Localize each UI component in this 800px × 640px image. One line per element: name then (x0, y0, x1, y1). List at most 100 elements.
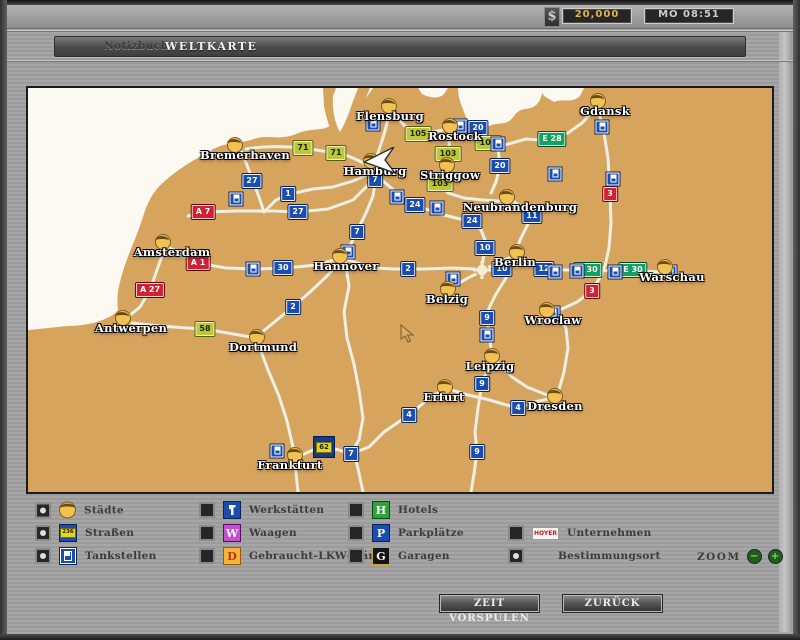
fuel-station-icon (492, 138, 505, 151)
fuel-station-icon (549, 168, 562, 181)
zoom-control: ZOOM − + (697, 549, 783, 564)
road-icon: 236 (59, 524, 77, 542)
city-label-dresden[interactable]: Dresden (527, 399, 583, 413)
city-icon (59, 502, 76, 519)
fuel-station-icon (247, 263, 260, 276)
road-sign-24: 24 (462, 214, 481, 228)
fuel-station-icon (571, 265, 584, 278)
city-label-warschau[interactable]: Warschau (639, 270, 704, 284)
legend-item-hotel: H Hotels (348, 501, 438, 519)
fuel-icon (59, 547, 77, 565)
road-sign-4: 4 (402, 408, 416, 422)
legend-label-company: Unternehmen (567, 527, 652, 539)
window-edge-right (793, 0, 800, 640)
city-label-erfurt[interactable]: Erfurt (423, 390, 464, 404)
city-label-flensburg[interactable]: Flensburg (356, 109, 424, 123)
road-sign-2: 2 (286, 300, 300, 314)
legend-checkbox-garage[interactable] (348, 548, 364, 564)
city-label-antwerpen[interactable]: Antwerpen (95, 321, 167, 335)
road-sign-71: 71 (293, 141, 312, 155)
notebook-label: Notizbuch: (104, 40, 173, 52)
zoom-in-button[interactable]: + (768, 549, 783, 564)
legend-checkbox-road[interactable] (35, 525, 51, 541)
map-markers: 2712772424112020723021010129994477171105… (28, 88, 772, 492)
road-sign-71: 71 (326, 146, 345, 160)
money-display: 20,000 (562, 8, 632, 24)
legend-label-workshop: Werkstätten (249, 504, 324, 516)
legend-item-city: Städte (35, 502, 124, 519)
legend-item-fuel: Tankstellen (35, 547, 157, 565)
legend-label-fuel: Tankstellen (85, 550, 157, 562)
legend-checkbox-company[interactable] (508, 525, 524, 541)
city-label-dortmund[interactable]: Dortmund (229, 340, 297, 354)
zoom-out-button[interactable]: − (747, 549, 762, 564)
road-sign-24: 24 (405, 198, 424, 212)
road-sign-9: 9 (480, 311, 494, 325)
dealer-icon: D (223, 547, 241, 565)
road-sign-3: 3 (585, 284, 599, 298)
city-label-frankfurt[interactable]: Frankfurt (257, 458, 322, 472)
city-label-berlin[interactable]: Berlin (494, 255, 536, 269)
legend-item-workshop: Werkstätten (199, 501, 324, 519)
road-sign-3: 3 (603, 187, 617, 201)
fuel-station-icon (391, 191, 404, 204)
legend-checkbox-parking[interactable] (348, 525, 364, 541)
legend-item-garage: GGaragen (348, 547, 450, 565)
fast-forward-time-button[interactable]: ZEIT VORSPULEN (440, 595, 539, 612)
garage-icon: G (372, 547, 390, 565)
road-sign-105: 105 (406, 127, 431, 141)
legend-label-scale: Waagen (249, 527, 297, 539)
zoom-label: ZOOM (697, 551, 741, 563)
legend-checkbox-hotel[interactable] (348, 502, 364, 518)
destination-icon (532, 547, 550, 565)
hotel-icon: H (372, 501, 390, 519)
back-button[interactable]: ZURÜCK (563, 595, 662, 612)
city-label-belzig[interactable]: Belzig (426, 292, 468, 306)
road-sign-A27: A 27 (136, 283, 164, 297)
highway-exit-sign: 62 (313, 436, 335, 458)
city-label-amsterdam[interactable]: Amsterdam (134, 245, 211, 259)
legend-label-hotel: Hotels (398, 504, 438, 516)
city-label-neubrandenburg[interactable]: Neubrandenburg (463, 200, 578, 214)
city-label-hannover[interactable]: Hannover (313, 259, 378, 273)
city-label-leipzig[interactable]: Leipzig (466, 359, 515, 373)
road-sign-4: 4 (511, 401, 525, 415)
mouse-cursor-icon (364, 147, 396, 175)
fuel-station-icon (596, 121, 609, 134)
city-label-striggow[interactable]: Striggow (420, 168, 480, 182)
legend-label-parking: Parkplätze (398, 527, 464, 539)
road-sign-27: 27 (242, 174, 261, 188)
road-sign-20: 20 (490, 159, 509, 173)
page-title: WELTKARTE (165, 40, 257, 53)
road-sign-1: 1 (281, 187, 295, 201)
legend-checkbox-destination[interactable] (508, 548, 524, 564)
notebook-bar: Notizbuch: WELTKARTE (54, 36, 746, 57)
road-sign-E28: E 28 (538, 132, 565, 146)
legend-item-company: HOYERUnternehmen (508, 525, 652, 541)
fuel-station-icon (271, 445, 284, 458)
window-edge-bottom (0, 634, 800, 640)
road-sign-10: 10 (475, 241, 494, 255)
legend-checkbox-dealer[interactable] (199, 548, 215, 564)
window-edge-top (0, 0, 800, 5)
city-label-gdansk[interactable]: Gdansk (580, 104, 630, 118)
city-label-bremerhaven[interactable]: Bremerhaven (200, 148, 290, 162)
legend-label-road: Straßen (85, 527, 134, 539)
window-edge-left (0, 0, 7, 640)
legend-checkbox-fuel[interactable] (35, 548, 51, 564)
legend-label-city: Städte (84, 504, 124, 516)
legend-checkbox-workshop[interactable] (199, 502, 215, 518)
road-sign-58: 58 (195, 322, 214, 336)
currency-icon: $ (544, 7, 560, 27)
city-label-wroclaw[interactable]: Wroclaw (525, 313, 582, 327)
legend-checkbox-scale[interactable] (199, 525, 215, 541)
road-sign-7: 7 (344, 447, 358, 461)
divider (7, 30, 793, 31)
world-map[interactable]: 2712772424112020723021010129994477171105… (26, 86, 774, 494)
workshop-icon (223, 501, 241, 519)
parking-icon: P (372, 524, 390, 542)
city-label-rostock[interactable]: Rostock (428, 129, 482, 143)
legend-item-road: 236 Straßen (35, 524, 134, 542)
legend-checkbox-city[interactable] (35, 502, 51, 518)
road-sign-2: 2 (401, 262, 415, 276)
